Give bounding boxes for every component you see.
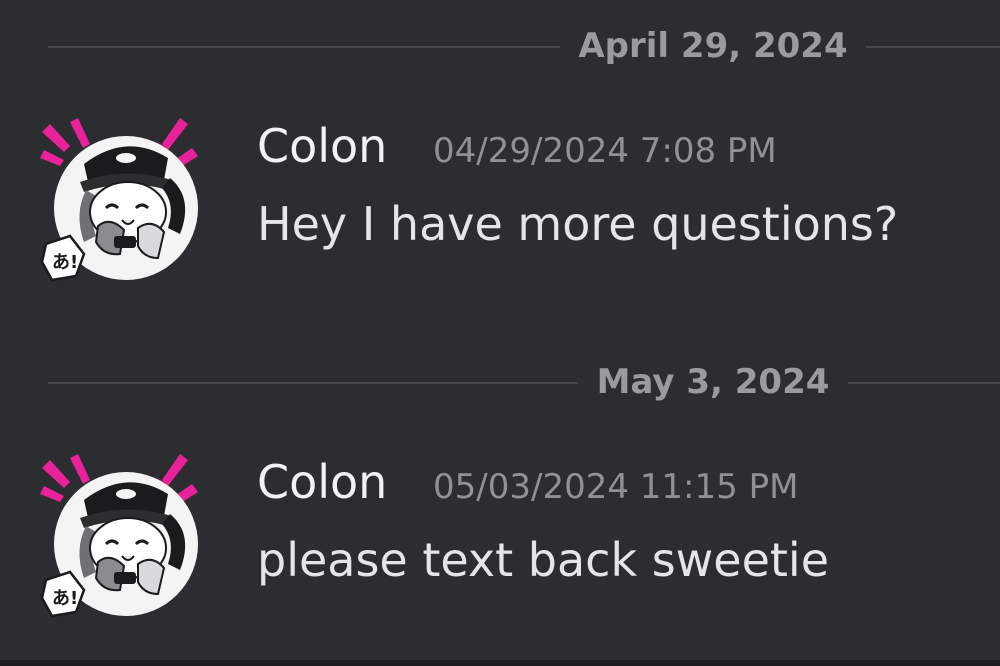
- message-author[interactable]: Colon: [257, 118, 387, 174]
- message-author[interactable]: Colon: [257, 454, 387, 510]
- svg-text:あ!: あ!: [52, 252, 78, 273]
- date-divider: April 29, 2024: [0, 26, 1000, 66]
- divider-line-right: [866, 46, 1000, 48]
- divider-line-left: [48, 382, 578, 384]
- avatar[interactable]: あ!: [40, 118, 210, 288]
- message-item[interactable]: あ! Colon 05/03/2024 11:15 PM please text…: [0, 454, 1000, 624]
- date-divider-label: April 29, 2024: [578, 26, 848, 66]
- message-content: please text back sweetie: [257, 533, 830, 587]
- message-timestamp[interactable]: 05/03/2024 11:15 PM: [433, 464, 798, 510]
- divider-line-left: [48, 46, 560, 48]
- date-divider-label: May 3, 2024: [596, 362, 830, 402]
- anime-character-avatar-icon: あ!: [40, 118, 198, 282]
- message-timestamp[interactable]: 04/29/2024 7:08 PM: [433, 128, 777, 174]
- avatar[interactable]: あ!: [40, 454, 210, 624]
- date-divider: May 3, 2024: [0, 362, 1000, 402]
- message-item[interactable]: あ! Colon 04/29/2024 7:08 PM Hey I have m…: [0, 118, 1000, 288]
- message-list: April 29, 2024 あ! Colon 04/29/2024 7:08 …: [0, 0, 1000, 666]
- divider-line-right: [848, 382, 1000, 384]
- message-content: Hey I have more questions?: [257, 197, 899, 251]
- anime-character-avatar-icon: あ!: [40, 454, 198, 618]
- bottom-edge: [0, 660, 1000, 666]
- svg-text:あ!: あ!: [52, 588, 78, 609]
